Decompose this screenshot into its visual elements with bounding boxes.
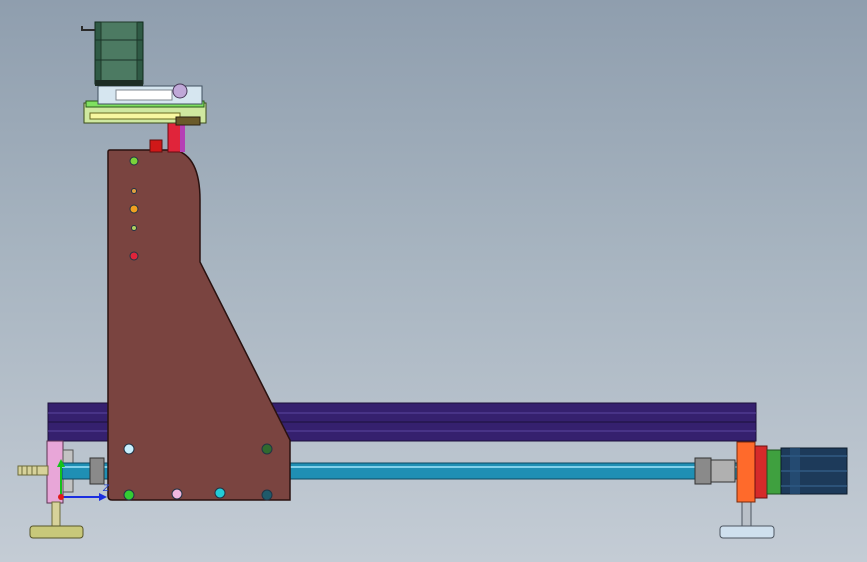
- mounting-hole: [261, 489, 273, 501]
- right-leveling-foot[interactable]: [719, 501, 775, 539]
- mounting-hole: [214, 487, 226, 499]
- mounting-hole: [123, 443, 135, 455]
- mounting-hole: [131, 188, 137, 194]
- mounting-hole: [129, 156, 139, 166]
- cad-3d-viewport[interactable]: Z: [0, 0, 867, 562]
- mounting-hole: [129, 251, 139, 261]
- left-leveling-foot[interactable]: [29, 501, 84, 539]
- mounting-hole: [123, 489, 135, 501]
- cnc-assembly-model[interactable]: [0, 0, 867, 562]
- z-axis-stepper-motor[interactable]: [81, 21, 144, 86]
- mounting-hole: [129, 204, 139, 214]
- left-shaft-stub: [17, 465, 49, 476]
- triad-z-label: Z: [103, 484, 110, 494]
- mounting-hole: [131, 225, 137, 231]
- z-carriage-plate[interactable]: [83, 100, 207, 126]
- mounting-hole: [261, 443, 273, 455]
- mounting-hole: [171, 488, 183, 500]
- z-pulley-bracket[interactable]: [97, 83, 203, 105]
- x-axis-stepper-motor[interactable]: [780, 447, 848, 495]
- right-bearing-block[interactable]: [736, 441, 782, 503]
